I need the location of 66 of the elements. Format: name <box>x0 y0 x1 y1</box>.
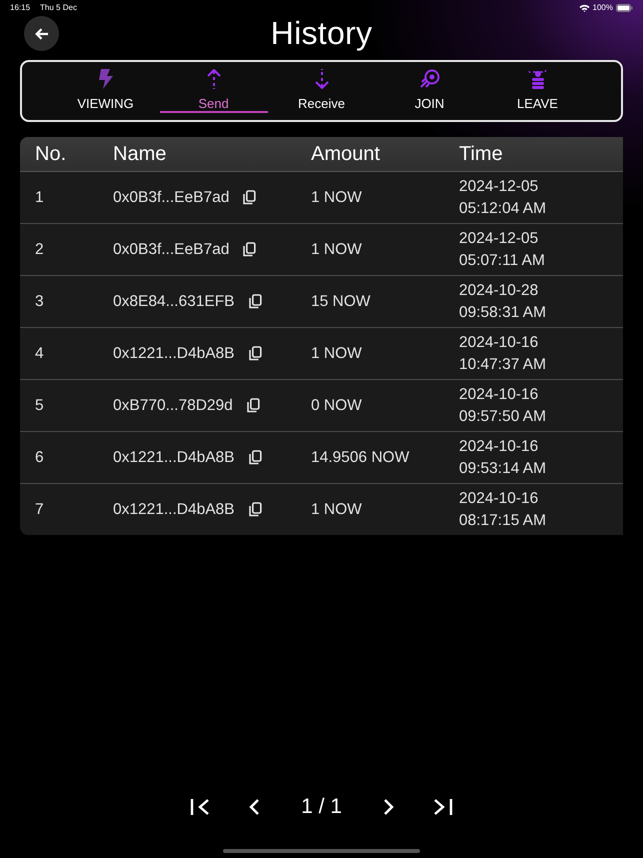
first-page-button[interactable] <box>190 798 210 816</box>
tab[interactable]: LEAVE <box>484 62 592 120</box>
up-arrow-icon <box>206 69 220 89</box>
next-icon <box>382 798 395 816</box>
table-cell: 0 NOW <box>311 396 362 414</box>
column-header: Name <box>113 142 166 166</box>
table-cell: 1 NOW <box>311 344 362 362</box>
table-cell-text: 2024-10-16 10:47:37 AM <box>459 332 548 374</box>
table-cell: 14.9506 NOW <box>311 448 410 466</box>
coin-stack-icon <box>528 69 548 89</box>
copy-icon[interactable] <box>246 398 260 413</box>
table-cell-text: 2024-10-28 09:58:31 AM <box>459 280 548 322</box>
status-time: 16:15 <box>10 3 30 12</box>
page-title: History <box>270 15 372 52</box>
table-cell: 6 <box>35 448 44 466</box>
first-page-icon <box>190 798 210 816</box>
table-cell: 3 <box>35 292 44 310</box>
table-cell: 0x0B3f...EeB7ad <box>113 188 230 206</box>
table-cell: 15 NOW <box>311 292 370 310</box>
down-arrow-icon <box>314 69 328 89</box>
battery-icon <box>616 4 633 12</box>
copy-icon[interactable] <box>243 242 256 257</box>
status-date: Thu 5 Dec <box>40 3 77 12</box>
tab[interactable]: Send <box>160 62 268 120</box>
last-page-button[interactable] <box>432 798 453 816</box>
copy-icon[interactable] <box>248 294 262 309</box>
left-arrow-icon <box>34 28 48 40</box>
table-cell: 7 <box>35 500 44 518</box>
table-cell-text: 2024-12-05 05:12:04 AM <box>459 176 548 218</box>
table-cell: 0xB770...78D29d <box>113 396 233 414</box>
table-cell-text: 2024-10-16 09:57:50 AM <box>459 384 548 426</box>
previous-page-button[interactable] <box>248 798 262 816</box>
column-header: No. <box>34 142 66 166</box>
table-cell-text: 2024-10-16 08:17:15 AM <box>459 488 548 530</box>
copy-icon[interactable] <box>248 450 262 465</box>
table-cell: 2 <box>35 240 44 258</box>
column-header: Amount <box>311 142 380 166</box>
wifi-icon <box>578 4 590 12</box>
previous-icon <box>248 798 262 816</box>
table-cell: 1 NOW <box>311 188 362 206</box>
copy-icon[interactable] <box>248 346 262 361</box>
lightning-bolt-icon <box>98 69 114 89</box>
column-header: Time <box>459 142 503 166</box>
flying-coin-icon <box>420 69 440 89</box>
table-cell: 0x1221...D4bA8B <box>113 448 235 466</box>
table-cell: 1 <box>35 188 44 206</box>
table-cell: 0x8E84...631EFB <box>113 292 234 310</box>
table-cell: 5 <box>35 396 44 414</box>
table-cell: 1 NOW <box>311 240 362 258</box>
last-page-icon <box>432 798 453 816</box>
tab[interactable]: JOIN <box>376 62 484 120</box>
battery-percent: 100% <box>592 3 613 12</box>
table-cell: 0x0B3f...EeB7ad <box>113 240 230 258</box>
page-indicator: 1 / 1 <box>301 795 342 819</box>
tab[interactable]: Receive <box>268 62 376 120</box>
table-cell-text: 2024-12-05 05:07:11 AM <box>459 228 546 270</box>
table-cell: 0x1221...D4bA8B <box>113 500 235 518</box>
table-cell: 4 <box>35 344 44 362</box>
table-cell: 0x1221...D4bA8B <box>113 344 235 362</box>
copy-icon[interactable] <box>243 190 256 205</box>
table-cell-text: 2024-10-16 09:53:14 AM <box>459 436 548 478</box>
back-button[interactable] <box>24 16 59 51</box>
tab[interactable]: VIEWING <box>52 62 160 120</box>
next-page-button[interactable] <box>382 798 395 816</box>
table-cell: 1 NOW <box>311 500 362 518</box>
copy-icon[interactable] <box>248 502 262 517</box>
